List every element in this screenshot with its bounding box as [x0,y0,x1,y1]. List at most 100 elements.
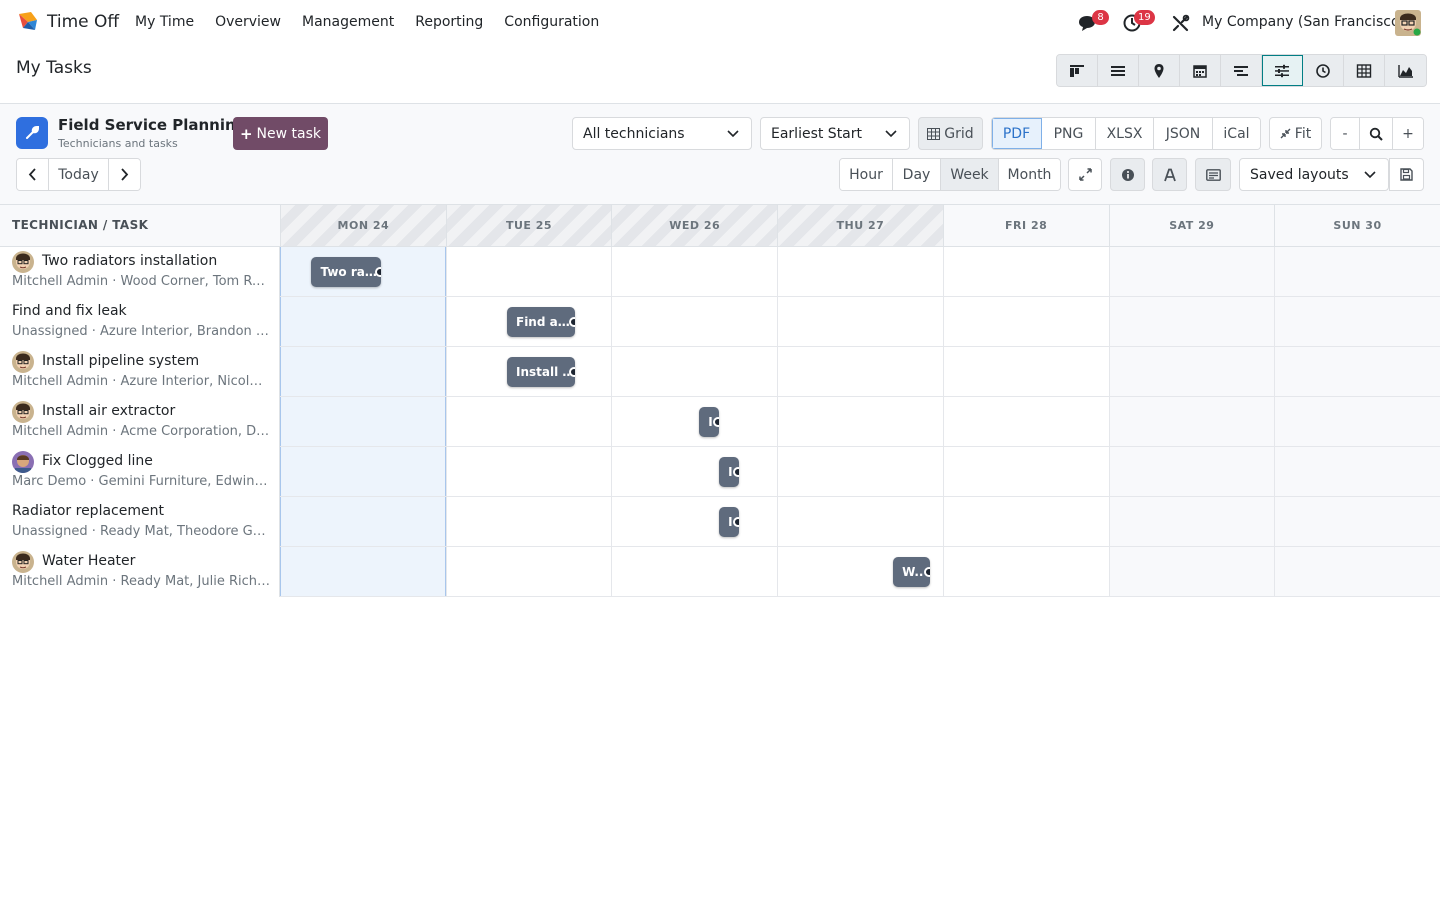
view-list-button[interactable] [1098,55,1139,86]
day-cell[interactable] [1108,397,1275,446]
day-cell[interactable] [1108,347,1275,396]
day-cell[interactable] [1274,547,1440,596]
resize-handle[interactable] [713,417,720,427]
export-pdf-button[interactable]: PDF [992,118,1042,149]
day-cell[interactable] [1274,397,1440,446]
day-cell[interactable] [942,447,1109,496]
menu-my-time[interactable]: My Time [135,14,194,30]
task-info[interactable]: Find and fix leak Unassigned · Azure Inte… [0,297,280,347]
app-name[interactable]: Time Off [47,12,119,32]
scale-month-button[interactable]: Month [999,159,1060,190]
export-xlsx-button[interactable]: XLSX [1096,118,1154,149]
day-cell[interactable] [1108,497,1275,546]
app-logo-icon[interactable] [17,10,39,32]
legend-button[interactable] [1195,158,1231,191]
day-cell[interactable] [1274,297,1440,346]
day-cell[interactable] [445,247,612,296]
task-bar[interactable]: Install … [507,357,575,387]
grid-toggle-button[interactable]: Grid [918,117,983,150]
day-cell[interactable] [280,497,446,546]
task-info[interactable]: Fix Clogged line Marc Demo · Gemini Furni… [0,447,280,497]
new-task-button[interactable]: + New task [233,117,328,150]
day-cell[interactable] [942,397,1109,446]
view-map-button[interactable] [1139,55,1180,86]
tools-icon[interactable] [1171,13,1191,33]
export-json-button[interactable]: JSON [1154,118,1213,149]
day-cell[interactable] [777,247,943,296]
zoom-search-button[interactable] [1360,118,1393,149]
day-cell[interactable] [777,497,943,546]
day-cell[interactable] [1108,247,1275,296]
user-avatar[interactable] [1395,10,1421,36]
day-cell[interactable] [611,347,777,396]
resize-handle[interactable] [568,367,575,377]
day-cell[interactable] [1108,297,1275,346]
scale-hour-button[interactable]: Hour [840,159,893,190]
day-cell[interactable] [445,547,612,596]
day-cell[interactable] [942,347,1109,396]
export-ical-button[interactable]: iCal [1213,118,1260,149]
resize-handle[interactable] [923,567,930,577]
info-button[interactable] [1110,158,1145,191]
resize-handle[interactable] [568,317,575,327]
day-cell[interactable] [445,497,612,546]
task-bar[interactable]: I [699,407,720,437]
day-cell[interactable] [1274,347,1440,396]
expand-button[interactable] [1068,158,1102,191]
day-cell[interactable] [280,447,446,496]
day-cell[interactable] [942,297,1109,346]
day-cell[interactable] [1274,247,1440,296]
scale-week-button[interactable]: Week [941,159,999,190]
fit-button[interactable]: Fit [1269,117,1322,150]
resize-handle[interactable] [733,467,740,477]
menu-overview[interactable]: Overview [215,14,281,30]
day-cell[interactable] [280,297,446,346]
task-info[interactable]: Two radiators installation Mitchell Admin… [0,247,280,297]
scale-day-button[interactable]: Day [893,159,941,190]
export-png-button[interactable]: PNG [1042,118,1096,149]
day-cell[interactable] [280,547,446,596]
day-cell[interactable] [611,547,777,596]
next-button[interactable] [109,159,140,190]
day-cell[interactable] [611,297,777,346]
previous-button[interactable] [17,159,49,190]
task-bar[interactable]: W.. [893,557,930,587]
menu-configuration[interactable]: Configuration [504,14,599,30]
day-cell[interactable] [611,397,777,446]
task-bar[interactable]: I [719,507,740,537]
resize-handle[interactable] [733,517,740,527]
day-cell[interactable] [611,247,777,296]
day-cell[interactable] [777,447,943,496]
today-button[interactable]: Today [49,159,109,190]
saved-layouts-select[interactable]: Saved layouts [1239,158,1389,191]
day-cell[interactable] [942,547,1109,596]
company-switcher[interactable]: My Company (San Francisco) [1202,14,1405,30]
day-cell[interactable] [611,497,777,546]
day-cell[interactable] [1274,447,1440,496]
view-kanban-button[interactable] [1057,55,1098,86]
resize-handle[interactable] [375,267,382,277]
zoom-in-button[interactable]: + [1393,118,1423,149]
view-graph-button[interactable] [1385,55,1426,86]
font-button[interactable] [1152,158,1187,191]
day-cell[interactable] [942,247,1109,296]
task-bar[interactable]: I [719,457,740,487]
view-pivot-button[interactable] [1344,55,1385,86]
menu-management[interactable]: Management [302,14,394,30]
day-cell[interactable] [1108,447,1275,496]
task-bar[interactable]: Find a… [507,307,575,337]
view-calendar-button[interactable] [1180,55,1221,86]
task-info[interactable]: Water Heater Mitchell Admin · Ready Mat, … [0,547,280,597]
view-activity-button[interactable] [1303,55,1344,86]
task-info[interactable]: Radiator replacement Unassigned · Ready M… [0,497,280,547]
day-cell[interactable] [1108,547,1275,596]
day-cell[interactable] [1274,497,1440,546]
day-cell[interactable] [942,497,1109,546]
day-cell[interactable] [445,447,612,496]
day-cell[interactable] [777,347,943,396]
zoom-out-button[interactable]: - [1331,118,1360,149]
task-info[interactable]: Install air extractor Mitchell Admin · Ac… [0,397,280,447]
view-planning-button[interactable] [1262,55,1303,86]
day-cell[interactable] [611,447,777,496]
day-cell[interactable] [280,347,446,396]
